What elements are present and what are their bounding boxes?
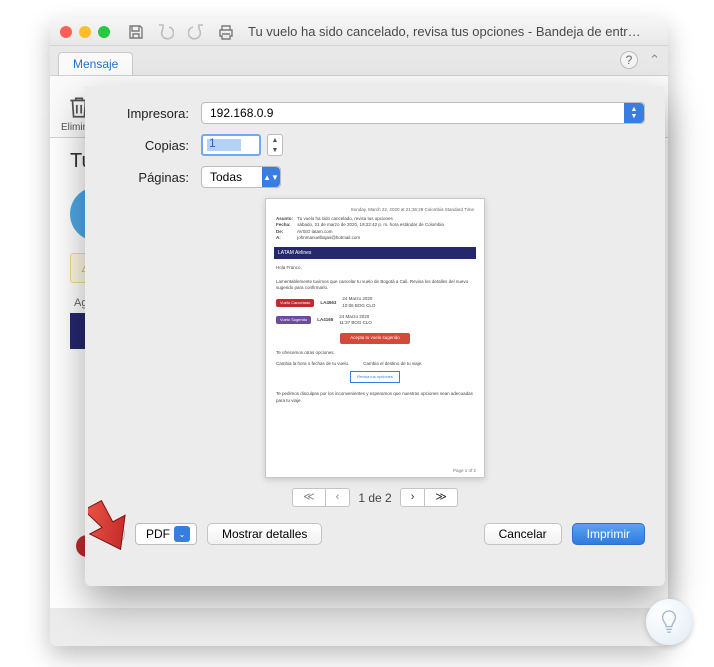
tab-message[interactable]: Mensaje bbox=[58, 52, 133, 75]
printer-label: Impresora: bbox=[105, 106, 189, 121]
help-icon[interactable]: ? bbox=[620, 51, 638, 69]
close-icon[interactable] bbox=[60, 26, 72, 38]
undo-icon[interactable] bbox=[158, 24, 174, 40]
page-navigator: ≪ ‹ 1 de 2 › ≫ bbox=[105, 488, 645, 507]
page-indicator: 1 de 2 bbox=[358, 491, 391, 505]
titlebar: Tu vuelo ha sido cancelado, revisa tus o… bbox=[50, 18, 668, 46]
prev-page-button[interactable]: ‹ bbox=[325, 488, 351, 507]
tabstrip: Mensaje ? ⌃ bbox=[50, 46, 668, 76]
chevron-updown-icon: ▲▼ bbox=[262, 167, 280, 187]
copies-input[interactable]: 1 bbox=[201, 134, 261, 156]
last-page-button[interactable]: ≫ bbox=[424, 488, 458, 507]
print-button[interactable]: Imprimir bbox=[572, 523, 645, 545]
collapse-ribbon-icon[interactable]: ⌃ bbox=[649, 52, 660, 68]
pdf-dropdown[interactable]: PDF ⌄ bbox=[135, 523, 197, 545]
copies-stepper[interactable]: ▲▼ bbox=[267, 134, 283, 156]
window-controls[interactable] bbox=[60, 26, 110, 38]
window-title: Tu vuelo ha sido cancelado, revisa tus o… bbox=[248, 24, 658, 39]
copies-label: Copias: bbox=[105, 138, 189, 153]
print-icon[interactable] bbox=[218, 24, 234, 40]
print-preview-page: Sunday, March 22, 2020 at 21:36:28 Colom… bbox=[265, 198, 485, 478]
next-page-button[interactable]: › bbox=[400, 488, 425, 507]
chevron-down-icon: ⌄ bbox=[174, 526, 190, 542]
hint-bubble-icon[interactable] bbox=[646, 599, 692, 645]
redo-icon[interactable] bbox=[188, 24, 204, 40]
save-icon[interactable] bbox=[128, 24, 144, 40]
help-button[interactable]: ? bbox=[105, 524, 125, 544]
pages-select[interactable]: Todas ▲▼ bbox=[201, 166, 281, 188]
pages-label: Páginas: bbox=[105, 170, 189, 185]
zoom-icon[interactable] bbox=[98, 26, 110, 38]
first-page-button[interactable]: ≪ bbox=[292, 488, 325, 507]
print-dialog: Impresora: 192.168.0.9 ▲▼ Copias: 1 ▲▼ P… bbox=[85, 86, 665, 586]
cancel-button[interactable]: Cancelar bbox=[484, 523, 562, 545]
printer-select[interactable]: 192.168.0.9 ▲▼ bbox=[201, 102, 645, 124]
chevron-updown-icon: ▲▼ bbox=[624, 103, 644, 123]
titlebar-quick-icons bbox=[128, 24, 234, 40]
show-details-button[interactable]: Mostrar detalles bbox=[207, 523, 322, 545]
minimize-icon[interactable] bbox=[79, 26, 91, 38]
